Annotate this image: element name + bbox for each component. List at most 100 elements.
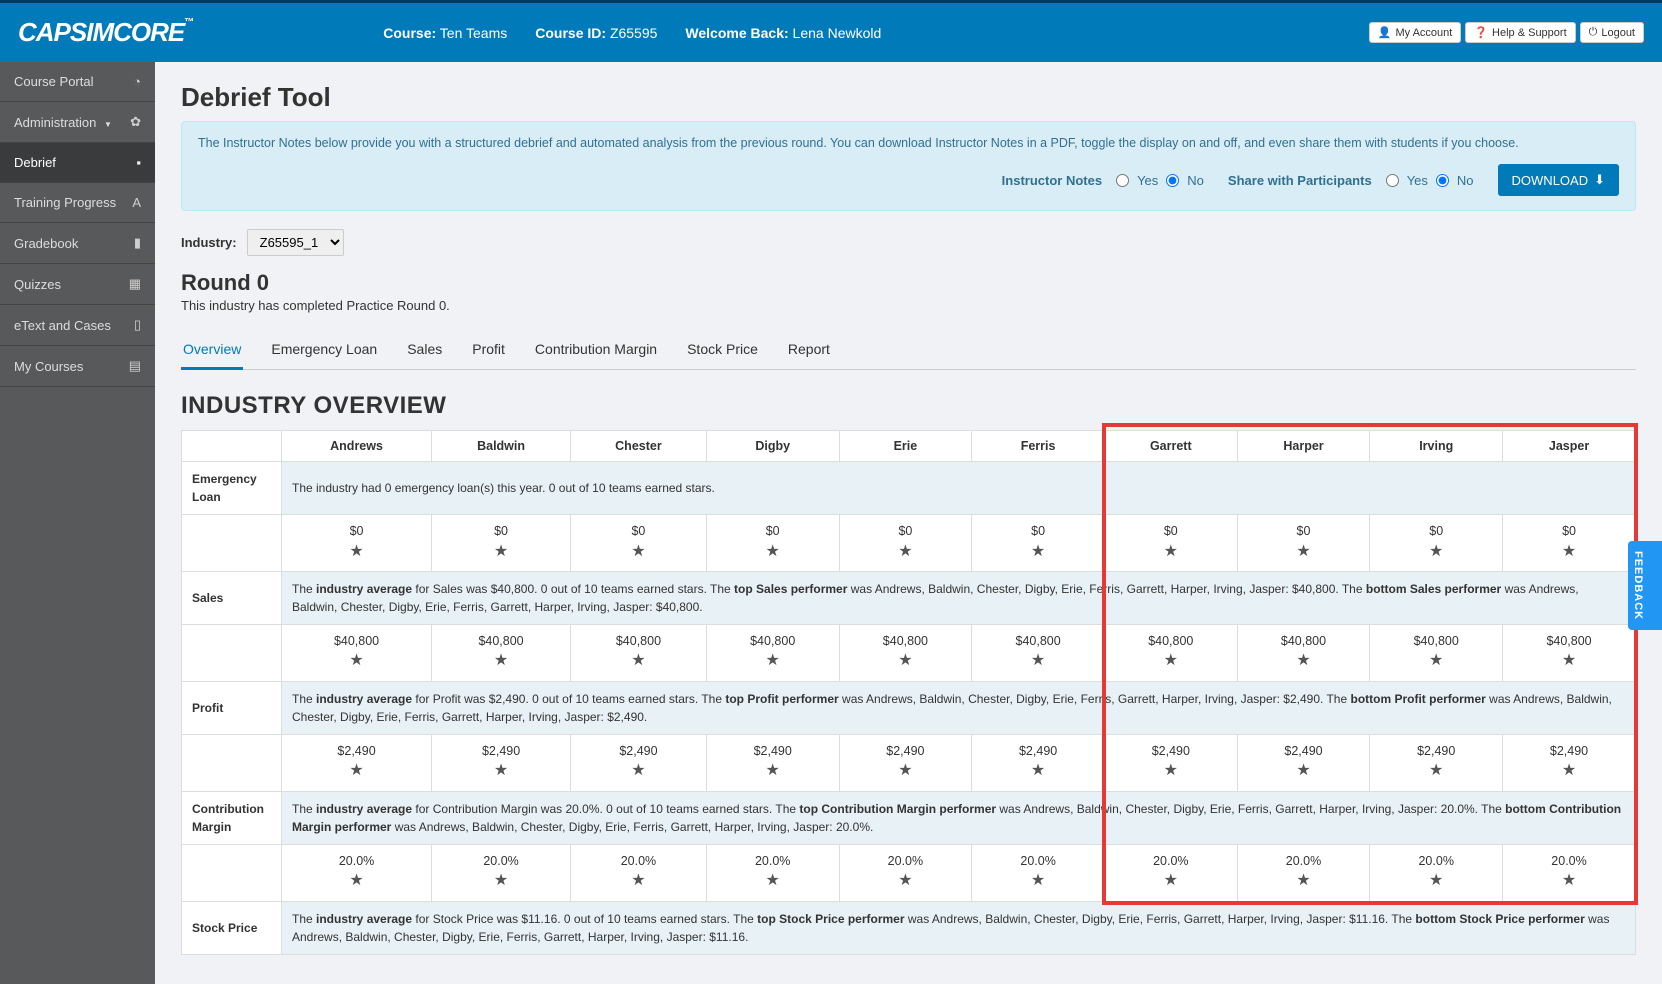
sidebar-item-my-courses[interactable]: My Courses▤: [0, 346, 155, 387]
star-icon: ★: [438, 760, 564, 782]
value-cell: $40,800★: [571, 624, 707, 681]
value-cell: $2,490★: [706, 734, 839, 791]
table-header-garrett: Garrett: [1104, 431, 1237, 462]
sidebar-item-quizzes[interactable]: Quizzes▦: [0, 264, 155, 305]
top-bar: CAPSIMCORE™ Course: Ten Teams Course ID:…: [0, 0, 1662, 62]
logo-text: CAPSIMCORE: [18, 17, 184, 47]
tab-overview[interactable]: Overview: [181, 331, 243, 370]
share-yes-radio[interactable]: [1386, 174, 1399, 187]
tab-report[interactable]: Report: [786, 331, 832, 369]
sidebar-item-label: My Courses: [14, 359, 83, 374]
tab-emergency-loan[interactable]: Emergency Loan: [269, 331, 379, 369]
feedback-tab[interactable]: ✕ FEEDBACK: [1628, 541, 1662, 630]
value-cell: $2,490★: [1370, 734, 1503, 791]
overview-table: AndrewsBaldwinChesterDigbyErieFerrisGarr…: [181, 430, 1636, 955]
table-header-baldwin: Baldwin: [432, 431, 571, 462]
star-icon: ★: [1111, 650, 1231, 672]
value-cell: 20.0%★: [282, 844, 432, 901]
sidebar-item-gradebook[interactable]: Gradebook▮: [0, 223, 155, 264]
value-cell: $40,800★: [282, 624, 432, 681]
instructor-notes-yes-radio[interactable]: [1116, 174, 1129, 187]
star-icon: ★: [1376, 541, 1496, 563]
value-cell: $0★: [1503, 515, 1636, 572]
star-icon: ★: [1509, 541, 1629, 563]
table-header-jasper: Jasper: [1503, 431, 1636, 462]
sidebar-item-etext-and-cases[interactable]: eText and Cases▯: [0, 305, 155, 346]
star-icon: ★: [1509, 760, 1629, 782]
sidebar-item-label: Course Portal: [14, 74, 93, 89]
value-cell: $0★: [706, 515, 839, 572]
value-cell: $2,490★: [1104, 734, 1237, 791]
sidebar-item-debrief[interactable]: Debrief ▪: [0, 143, 155, 183]
download-button[interactable]: DOWNLOAD ⬇: [1498, 164, 1619, 196]
header-info: Course: Ten Teams Course ID: Z65595 Welc…: [383, 25, 881, 41]
page-title: Debrief Tool: [181, 82, 1636, 113]
tab-sales[interactable]: Sales: [405, 331, 444, 369]
star-icon: ★: [438, 650, 564, 672]
logout-button[interactable]: ⏻Logout: [1580, 22, 1644, 43]
value-cell: 20.0%★: [1104, 844, 1237, 901]
share-no-radio[interactable]: [1436, 174, 1449, 187]
tab-contribution-margin[interactable]: Contribution Margin: [533, 331, 659, 369]
value-cell: 20.0%★: [1370, 844, 1503, 901]
table-header-irving: Irving: [1370, 431, 1503, 462]
star-icon: ★: [1244, 541, 1364, 563]
value-cell: $0★: [282, 515, 432, 572]
share-label: Share with Participants: [1228, 173, 1372, 188]
value-cell: $40,800★: [1503, 624, 1636, 681]
help-label: Help & Support: [1492, 27, 1567, 39]
download-label: DOWNLOAD: [1512, 173, 1589, 188]
industry-label: Industry:: [181, 235, 237, 250]
row-description: The industry average for Contribution Ma…: [282, 791, 1636, 844]
sidebar: Course Portal◔Administration ▼✿ Debrief ▪ T…: [0, 62, 155, 984]
value-cell: $0★: [972, 515, 1105, 572]
info-controls: Instructor Notes Yes No Share with Parti…: [198, 164, 1619, 196]
table-wrap: AndrewsBaldwinChesterDigbyErieFerrisGarr…: [181, 430, 1636, 955]
value-cell: $2,490★: [432, 734, 571, 791]
star-icon: ★: [713, 760, 833, 782]
row-label: Stock Price: [182, 901, 282, 954]
sidebar-icon: ▪: [136, 155, 141, 170]
my-account-button[interactable]: 👤My Account: [1369, 22, 1462, 43]
value-cell: 20.0%★: [972, 844, 1105, 901]
sidebar-icon: A: [132, 195, 141, 210]
row-label-blank: [182, 844, 282, 901]
value-cell: $2,490★: [1237, 734, 1370, 791]
star-icon: ★: [577, 650, 700, 672]
no-label: No: [1187, 173, 1204, 188]
help-button[interactable]: ❓Help & Support: [1465, 22, 1575, 43]
value-cell: 20.0%★: [1503, 844, 1636, 901]
row-label: Contribution Margin: [182, 791, 282, 844]
yes-label: Yes: [1137, 173, 1158, 188]
table-header-erie: Erie: [839, 431, 972, 462]
value-cell: 20.0%★: [571, 844, 707, 901]
instructor-notes-no-radio[interactable]: [1166, 174, 1179, 187]
tab-profit[interactable]: Profit: [470, 331, 507, 369]
tab-stock-price[interactable]: Stock Price: [685, 331, 760, 369]
sidebar-item-training-progress[interactable]: Training Progress A: [0, 183, 155, 223]
sidebar-item-label: Debrief: [14, 155, 56, 170]
row-description: The industry average for Sales was $40,8…: [282, 571, 1636, 624]
info-text: The Instructor Notes below provide you w…: [198, 136, 1619, 150]
sidebar-item-course-portal[interactable]: Course Portal◔: [0, 62, 155, 102]
table-header-harper: Harper: [1237, 431, 1370, 462]
sidebar-item-administration[interactable]: Administration ▼✿: [0, 102, 155, 143]
star-icon: ★: [1244, 650, 1364, 672]
logo-tm: ™: [184, 17, 193, 28]
download-icon: ⬇: [1594, 172, 1605, 188]
star-icon: ★: [288, 870, 425, 892]
value-cell: $40,800★: [706, 624, 839, 681]
value-cell: $0★: [571, 515, 707, 572]
my-account-label: My Account: [1395, 27, 1452, 39]
star-icon: ★: [577, 870, 700, 892]
star-icon: ★: [978, 870, 1098, 892]
sidebar-item-label: Training Progress: [14, 195, 116, 210]
sidebar-item-label: Quizzes: [14, 277, 61, 292]
row-label-blank: [182, 734, 282, 791]
industry-select[interactable]: Z65595_1: [247, 229, 344, 256]
star-icon: ★: [288, 650, 425, 672]
star-icon: ★: [1509, 870, 1629, 892]
logout-label: Logout: [1601, 27, 1635, 39]
value-cell: $0★: [432, 515, 571, 572]
close-icon[interactable]: ✕: [1619, 576, 1662, 590]
